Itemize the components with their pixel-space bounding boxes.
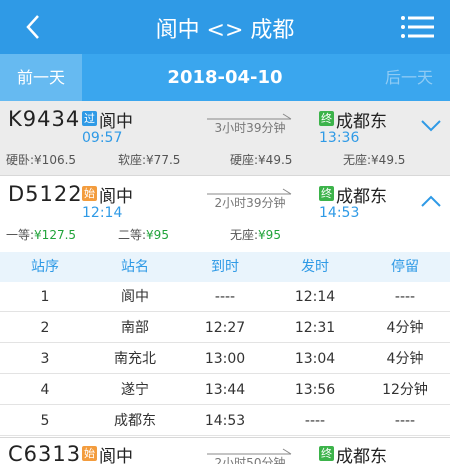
stop-seq: 5	[40, 413, 50, 429]
start-badge: 始	[82, 446, 97, 461]
train-card-d5122[interactable]: D5122 始 阆中 12:14 2小时39分钟 终 成都东 14:53 一等:…	[0, 176, 450, 252]
table-row: 5 成都东 14:53 ---- ----	[0, 406, 450, 436]
stop-depart: 12:31	[294, 320, 336, 336]
seat-hard-sleeper: 硬卧:¥106.5	[6, 153, 77, 167]
prev-day-button[interactable]: 前一天	[0, 54, 82, 101]
stop-seq: 3	[40, 351, 50, 367]
stop-arrive: 14:53	[204, 413, 246, 429]
stop-stay: ----	[394, 289, 416, 305]
table-row: 4 遂宁 13:44 13:56 12分钟	[0, 375, 450, 405]
stop-depart: 13:04	[294, 351, 336, 367]
stops-table-header: 站序 站名 到时 发时 停留	[0, 252, 450, 282]
stop-depart: ----	[304, 413, 326, 429]
menu-icon[interactable]	[400, 14, 434, 40]
duration: 2小时39分钟	[214, 196, 286, 210]
stop-station: 南充北	[114, 351, 156, 367]
from-station: 阆中	[99, 112, 133, 132]
from-station: 阆中	[99, 447, 133, 464]
header-depart: 发时	[301, 259, 329, 275]
train-code: K9434	[8, 107, 81, 131]
duration: 2小时50分钟	[214, 456, 286, 464]
stop-station: 遂宁	[121, 382, 149, 398]
train-card-c6313[interactable]: C6313 始 阆中 2小时50分钟 终 成都东	[0, 437, 450, 464]
page-title: 阆中 <> 成都	[155, 18, 295, 43]
stop-seq: 1	[40, 289, 50, 305]
end-badge: 终	[319, 446, 334, 461]
duration: 3小时39分钟	[214, 121, 286, 135]
seat-no-seat: 无座:¥49.5	[343, 153, 406, 167]
seat-hard-seat: 硬座:¥49.5	[230, 153, 293, 167]
stop-stay: 4分钟	[386, 320, 424, 336]
end-badge: 终	[319, 186, 334, 201]
end-badge: 终	[319, 111, 334, 126]
stop-arrive: 13:44	[204, 382, 246, 398]
table-row: 2 南部 12:27 12:31 4分钟	[0, 313, 450, 343]
stop-seq: 2	[40, 320, 50, 336]
chevron-up-icon[interactable]	[420, 194, 442, 208]
stop-station: 南部	[121, 320, 149, 336]
to-station: 成都东	[336, 187, 387, 207]
arrive-time: 13:36	[319, 130, 360, 146]
train-code: C6313	[8, 442, 82, 464]
stop-seq: 4	[40, 382, 50, 398]
train-card-k9434[interactable]: K9434 过 阆中 09:57 3小时39分钟 终 成都东 13:36 硬卧:…	[0, 101, 450, 176]
stop-arrive: ----	[214, 289, 236, 305]
seat-first-class: 一等:¥127.5	[6, 228, 77, 242]
pass-badge: 过	[82, 111, 97, 126]
stop-depart: 13:56	[294, 382, 336, 398]
stop-arrive: 13:00	[204, 351, 246, 367]
train-code: D5122	[8, 182, 83, 206]
start-badge: 始	[82, 186, 97, 201]
header-station: 站名	[121, 259, 149, 275]
header-stay: 停留	[391, 259, 419, 275]
seat-no-seat: 无座:¥95	[230, 228, 281, 242]
stop-stay: 4分钟	[386, 351, 424, 367]
seat-second-class: 二等:¥95	[118, 228, 169, 242]
table-row: 3 南充北 13:00 13:04 4分钟	[0, 344, 450, 374]
depart-time: 12:14	[82, 205, 123, 221]
to-station: 成都东	[336, 112, 387, 132]
header-arrive: 到时	[211, 259, 239, 275]
header-seq: 站序	[31, 259, 59, 275]
stop-depart: 12:14	[294, 289, 336, 305]
from-station: 阆中	[99, 187, 133, 207]
stop-station: 阆中	[121, 289, 149, 305]
arrive-time: 14:53	[319, 205, 360, 221]
stop-stay: 12分钟	[382, 382, 428, 398]
to-station: 成都东	[336, 447, 387, 464]
depart-time: 09:57	[82, 130, 123, 146]
current-date[interactable]: 2018-04-10	[82, 54, 368, 101]
date-bar: 前一天 2018-04-10 后一天	[0, 54, 450, 101]
top-bar: 阆中 <> 成都	[0, 0, 450, 54]
stop-arrive: 12:27	[204, 320, 246, 336]
table-row: 1 阆中 ---- 12:14 ----	[0, 282, 450, 312]
next-day-button[interactable]: 后一天	[368, 54, 450, 101]
seat-soft-seat: 软座:¥77.5	[118, 153, 181, 167]
stop-stay: ----	[394, 413, 416, 429]
stop-station: 成都东	[114, 413, 156, 429]
chevron-down-icon[interactable]	[420, 119, 442, 133]
